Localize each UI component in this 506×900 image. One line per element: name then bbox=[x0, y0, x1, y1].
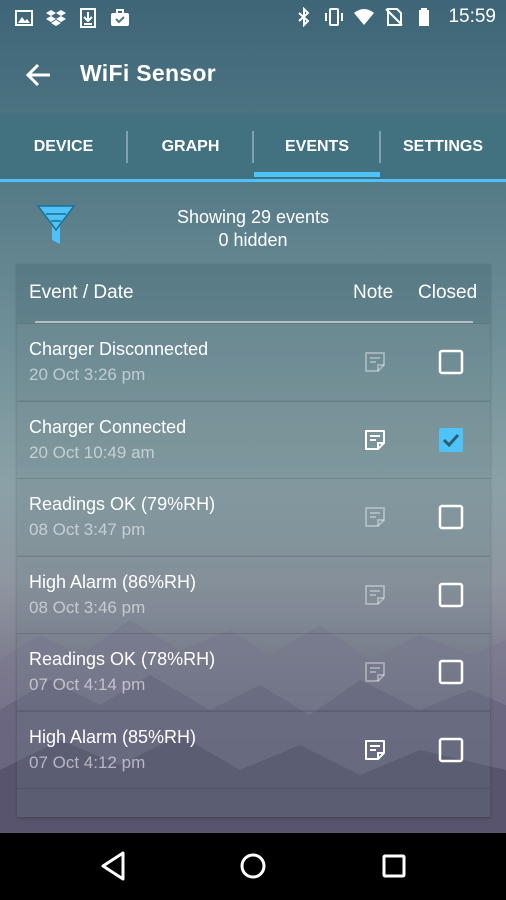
page-title: WiFi Sensor bbox=[80, 60, 216, 86]
hidden-count-text: 0 hidden bbox=[218, 230, 288, 250]
tab-device[interactable]: DEVICE bbox=[0, 114, 127, 180]
table-row[interactable]: High Alarm (86%RH) 08 Oct 3:46 pm bbox=[17, 555, 490, 633]
events-count-text: Showing 29 events bbox=[176, 207, 330, 227]
recents-square-icon[interactable] bbox=[377, 849, 411, 883]
events-summary: Showing 29 events 0 hidden bbox=[100, 206, 406, 252]
filter-icon[interactable] bbox=[36, 202, 76, 248]
event-date: 08 Oct 3:47 pm bbox=[29, 520, 146, 539]
event-name: Charger Disconnected bbox=[29, 339, 209, 359]
table-row[interactable]: Readings OK (78%RH) 07 Oct 4:14 pm bbox=[17, 633, 490, 710]
event-name: Readings OK (78%RH) bbox=[29, 649, 216, 669]
event-date: 08 Oct 3:46 pm bbox=[29, 597, 146, 617]
status-bar: 15:59 bbox=[0, 0, 506, 38]
event-date: 20 Oct 3:26 pm bbox=[29, 365, 146, 384]
table-row[interactable]: Charger Connected 20 Oct 10:49 am bbox=[17, 400, 490, 478]
table-row-partial[interactable] bbox=[17, 788, 490, 817]
no-sim-icon bbox=[385, 8, 404, 26]
download-icon bbox=[80, 8, 96, 28]
app-screen: 15:59 WiFi Sensor DEVICE GRAPH EVENTS SE… bbox=[0, 0, 506, 833]
note-icon[interactable] bbox=[363, 660, 387, 684]
event-date: 20 Oct 10:49 am bbox=[29, 442, 155, 462]
event-date: 07 Oct 4:12 pm bbox=[29, 752, 146, 772]
bluetooth-icon bbox=[298, 7, 310, 27]
table-row[interactable]: Readings OK (79%RH) 08 Oct 3:47 pm bbox=[17, 478, 490, 555]
event-name: High Alarm (86%RH) bbox=[29, 571, 197, 592]
navigation-bar bbox=[0, 833, 506, 900]
home-circle-icon[interactable] bbox=[236, 849, 270, 883]
tabs-underline bbox=[0, 179, 506, 182]
tab-events[interactable]: EVENTS bbox=[254, 114, 380, 180]
back-triangle-icon[interactable] bbox=[97, 849, 131, 883]
note-icon[interactable] bbox=[363, 505, 387, 529]
header-note: Note bbox=[353, 282, 394, 303]
closed-checkbox[interactable] bbox=[438, 582, 464, 608]
event-date: 07 Oct 4:14 pm bbox=[29, 675, 146, 694]
active-tab-indicator bbox=[254, 172, 380, 177]
header-closed: Closed bbox=[418, 282, 478, 303]
closed-checkbox[interactable] bbox=[438, 659, 464, 685]
vibrate-icon bbox=[325, 8, 344, 26]
status-clock: 15:59 bbox=[448, 6, 496, 27]
table-row[interactable]: High Alarm (85%RH) 07 Oct 4:12 pm bbox=[17, 710, 490, 788]
closed-checkbox[interactable] bbox=[438, 504, 464, 530]
closed-checkbox[interactable] bbox=[438, 737, 464, 763]
image-icon bbox=[15, 10, 33, 26]
event-name: Readings OK (79%RH) bbox=[29, 494, 216, 514]
dropbox-icon bbox=[46, 10, 66, 26]
note-icon[interactable] bbox=[363, 583, 387, 607]
note-icon[interactable] bbox=[363, 350, 387, 374]
events-table: Event / Date Note Closed Charger Disconn… bbox=[17, 264, 490, 817]
tab-graph[interactable]: GRAPH bbox=[127, 114, 254, 180]
app-bar: WiFi Sensor bbox=[0, 38, 506, 112]
tab-bar: DEVICE GRAPH EVENTS SETTINGS bbox=[0, 114, 506, 180]
arrow-back-icon[interactable] bbox=[24, 60, 54, 90]
briefcase-check-icon bbox=[111, 9, 129, 26]
event-name: High Alarm (85%RH) bbox=[29, 726, 197, 747]
note-icon[interactable] bbox=[363, 428, 387, 452]
event-name: Charger Connected bbox=[29, 416, 187, 437]
table-header: Event / Date Note Closed bbox=[17, 264, 490, 323]
closed-checkbox[interactable] bbox=[438, 349, 464, 375]
table-row[interactable]: Charger Disconnected 20 Oct 3:26 pm bbox=[17, 323, 490, 400]
closed-checkbox-checked[interactable] bbox=[438, 427, 464, 453]
note-icon[interactable] bbox=[363, 738, 387, 762]
tab-settings[interactable]: SETTINGS bbox=[380, 114, 506, 180]
wifi-icon bbox=[354, 9, 375, 25]
header-event-date: Event / Date bbox=[29, 282, 134, 303]
battery-icon bbox=[419, 8, 430, 26]
